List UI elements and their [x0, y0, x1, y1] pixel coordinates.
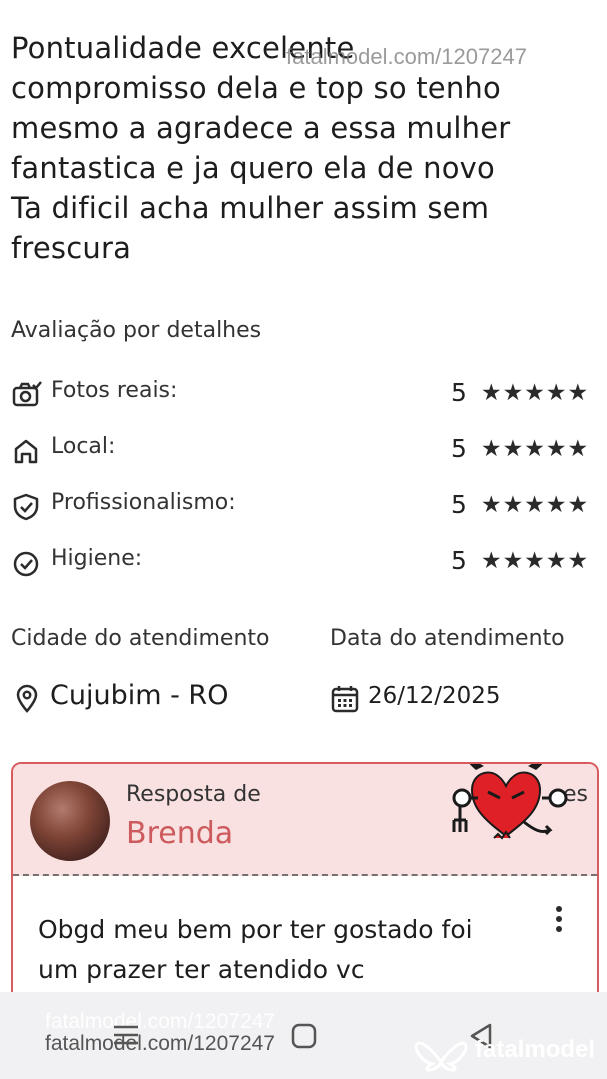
butterfly-logo-icon: [414, 1041, 468, 1072]
reply-text: Obgd meu bem por ter gostado foi um praz…: [38, 910, 538, 990]
rating-stars: ★★★★★: [481, 492, 590, 518]
rating-stars: ★★★★★: [481, 436, 590, 462]
rating-stars: ★★★★★: [481, 380, 590, 406]
rating-label: Local:: [51, 434, 116, 459]
city-label: Cidade do atendimento: [11, 626, 270, 651]
brand-watermark: fatalmodel: [475, 1036, 596, 1063]
review-line: fantastica e ja quero ela de novo: [11, 151, 495, 185]
check-circle-icon: [13, 551, 39, 577]
rating-score: 5: [451, 434, 467, 463]
watermark-bottom: fatalmodel.com/1207247: [45, 1032, 275, 1055]
calendar-icon: [331, 686, 359, 713]
review-line: Ta dificil acha mulher assim sem: [11, 191, 490, 225]
system-nav-bar: fatalmodel.com/1207247 fatalmodel.com/12…: [0, 992, 607, 1079]
watermark-ghost: fatalmodel.com/1207247: [45, 1010, 275, 1033]
city-value: Cujubim - RO: [50, 680, 229, 711]
rating-label: Higiene:: [51, 546, 143, 571]
rating-score: 5: [451, 546, 467, 575]
reply-author-name[interactable]: Brenda: [126, 816, 233, 851]
reply-line: Obgd meu bem por ter gostado foi: [38, 915, 473, 944]
avatar[interactable]: [30, 781, 110, 861]
rating-row-higiene: Higiene: 5 ★★★★★: [11, 546, 601, 580]
camera-check-icon: [12, 381, 42, 407]
date-value: 26/12/2025: [368, 683, 501, 709]
review-line: mesmo a agradece a essa mulher: [11, 111, 511, 145]
devil-heart-logo-icon: [452, 764, 568, 840]
reply-line: um prazer ter atendido vc: [38, 955, 365, 984]
rating-row-profissionalismo: Profissionalismo: 5 ★★★★★: [11, 490, 601, 524]
home-button-icon[interactable]: [290, 1022, 318, 1050]
reply-header: Resposta de Brenda es: [13, 764, 597, 876]
review-line: compromisso dela e top so tenho: [11, 71, 501, 105]
rating-stars: ★★★★★: [481, 548, 590, 574]
more-options-icon[interactable]: [551, 904, 567, 934]
rating-score: 5: [451, 490, 467, 519]
reply-from-label: Resposta de: [126, 782, 261, 807]
location-pin-icon: [16, 684, 38, 713]
watermark-top: fatalmodel.com/1207247: [286, 44, 527, 69]
review-line: frescura: [11, 231, 132, 265]
home-icon: [14, 439, 38, 464]
shield-check-icon: [13, 493, 39, 521]
rating-label: Profissionalismo:: [51, 490, 236, 515]
rating-row-fotos: Fotos reais: 5 ★★★★★: [11, 378, 601, 412]
ratings-title: Avaliação por detalhes: [11, 318, 262, 343]
rating-label: Fotos reais:: [51, 378, 178, 403]
date-label: Data do atendimento: [330, 626, 565, 651]
rating-row-local: Local: 5 ★★★★★: [11, 434, 601, 468]
rating-score: 5: [451, 378, 467, 407]
